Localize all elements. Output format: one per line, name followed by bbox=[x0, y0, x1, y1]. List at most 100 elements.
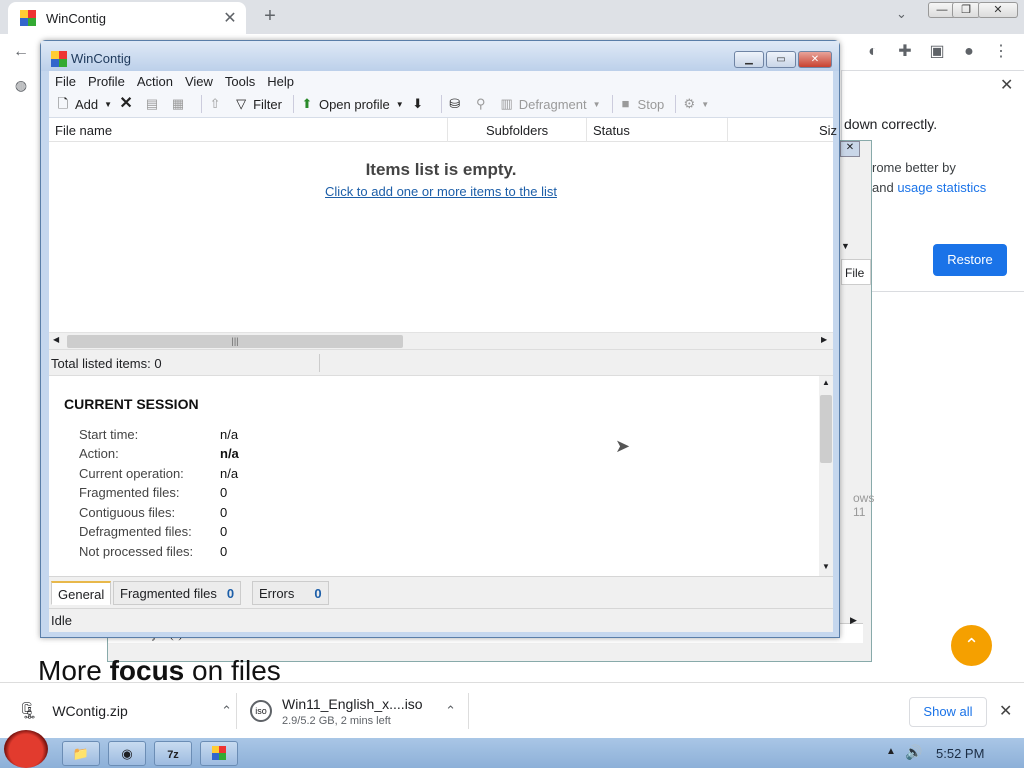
remove-button[interactable]: ✕ bbox=[118, 96, 138, 112]
taskbar-chrome-button[interactable]: ◉ bbox=[108, 741, 146, 766]
window-close-button[interactable]: ✕ bbox=[798, 51, 832, 68]
add-label: Add bbox=[75, 96, 99, 112]
window-minimize-button[interactable]: ▁ bbox=[734, 51, 764, 68]
stop-button[interactable]: ■ Stop bbox=[618, 96, 665, 112]
folder-icon: 📁 bbox=[72, 746, 90, 761]
taskbar-wincontig-button[interactable] bbox=[200, 741, 238, 766]
settings-dropdown-icon[interactable]: ▼ bbox=[701, 100, 709, 109]
taskbar-explorer-button[interactable]: 📁 bbox=[62, 741, 100, 766]
session-row: Action: n/a bbox=[79, 446, 379, 461]
menu-tools[interactable]: Tools bbox=[219, 74, 261, 89]
horizontal-scrollbar[interactable]: ◀ ||| ▶ bbox=[49, 332, 833, 349]
site-info-icon[interactable]: ◍ bbox=[10, 74, 32, 96]
menu-help[interactable]: Help bbox=[261, 74, 300, 89]
tab-errors[interactable]: Errors 0 bbox=[252, 581, 329, 605]
add-file-icon: 🗋 bbox=[57, 96, 69, 111]
open-profile-button[interactable]: ⬆ Open profile ▼ bbox=[299, 96, 404, 112]
scroll-down-icon[interactable]: ▼ bbox=[822, 562, 830, 571]
tab-general[interactable]: General bbox=[51, 581, 112, 605]
save-profile-button[interactable]: ⬇ bbox=[410, 96, 430, 112]
menu-profile[interactable]: Profile bbox=[82, 74, 131, 89]
properties-icon: ▤ bbox=[145, 96, 159, 111]
scroll-left-icon[interactable]: ◀ bbox=[53, 335, 59, 344]
tab-close-icon[interactable]: ✕ bbox=[220, 8, 240, 28]
menu-file[interactable]: File bbox=[49, 74, 82, 89]
add-items-link-text[interactable]: Click to add one or more items to the li… bbox=[325, 184, 557, 199]
session-value: 0 bbox=[220, 544, 228, 559]
scroll-right-icon[interactable]: ▶ bbox=[821, 335, 827, 344]
col-status[interactable]: Status bbox=[593, 123, 630, 138]
move-up-button[interactable]: ⇧ bbox=[207, 96, 227, 112]
scroll-to-top-button[interactable]: ⌃ bbox=[951, 625, 992, 666]
stop-icon: ■ bbox=[621, 96, 630, 111]
menu-action[interactable]: Action bbox=[131, 74, 179, 89]
download-iso-chevron-icon[interactable]: ⌃ bbox=[445, 703, 456, 719]
start-button[interactable] bbox=[4, 730, 48, 768]
properties-button[interactable]: ▤ bbox=[144, 96, 164, 112]
gear-icon: ⚙ bbox=[683, 96, 696, 111]
tab-title: WinContig bbox=[46, 10, 106, 26]
download-item-iso[interactable]: iso Win11_English_x....iso 2.9/5.2 GB, 2… bbox=[250, 683, 456, 739]
restore-button[interactable]: Restore bbox=[933, 244, 1007, 276]
stop-label: Stop bbox=[637, 96, 665, 112]
settings-button[interactable]: ⚙ ▼ bbox=[681, 96, 709, 112]
defragment-dropdown-icon[interactable]: ▼ bbox=[593, 100, 601, 109]
taskbar-clock[interactable]: 5:52 PM bbox=[936, 746, 984, 761]
add-dropdown-icon[interactable]: ▼ bbox=[104, 100, 112, 109]
tab-errors-count: 0 bbox=[314, 586, 322, 601]
extension-icon[interactable]: ◐ bbox=[862, 41, 884, 63]
download-item-zip[interactable]: 🗜 WContig.zip ⌃ bbox=[18, 683, 232, 739]
popup-close-icon[interactable]: ✕ bbox=[1000, 75, 1013, 95]
add-button[interactable]: 🗋 Add ▼ bbox=[55, 96, 112, 112]
maximize-button[interactable]: ❐ bbox=[952, 2, 980, 18]
download-zip-name: WContig.zip bbox=[52, 703, 128, 719]
col-subfolders[interactable]: Subfolders bbox=[486, 123, 548, 138]
open-profile-dropdown-icon[interactable]: ▼ bbox=[396, 100, 404, 109]
horizontal-scroll-thumb[interactable]: ||| bbox=[67, 335, 403, 348]
status-text: Idle bbox=[51, 613, 72, 628]
window-title: WinContig bbox=[71, 51, 131, 66]
col-size[interactable]: Siz bbox=[819, 123, 837, 138]
mouse-cursor-icon: ➤ bbox=[615, 436, 631, 456]
col-file-name[interactable]: File name bbox=[55, 123, 112, 138]
tray-up-icon[interactable]: ▲ bbox=[886, 746, 896, 757]
side-panel-icon[interactable]: ▣ bbox=[926, 41, 948, 63]
menu-view[interactable]: View bbox=[179, 74, 219, 89]
vertical-scroll-thumb[interactable] bbox=[820, 395, 832, 463]
close-button[interactable]: ✕ bbox=[978, 2, 1018, 18]
tab-search-icon[interactable]: ⌄ bbox=[896, 6, 907, 22]
status-bar: Idle bbox=[49, 608, 833, 632]
browser-tab[interactable]: WinContig ✕ bbox=[8, 2, 246, 34]
download-zip-chevron-icon[interactable]: ⌃ bbox=[221, 703, 232, 719]
new-tab-icon[interactable]: + bbox=[258, 5, 282, 28]
add-items-link[interactable]: Click to add one or more items to the li… bbox=[49, 184, 833, 199]
analyze-button[interactable]: ⛁ bbox=[447, 96, 467, 112]
session-label: Not processed files: bbox=[79, 544, 194, 559]
bg-dropdown-icon[interactable]: ▼ bbox=[841, 241, 865, 255]
profile-icon[interactable]: ● bbox=[958, 41, 980, 63]
bg-close-icon[interactable]: ✕ bbox=[840, 141, 860, 157]
totals-bar: Total listed items: 0 bbox=[49, 349, 833, 376]
bg-scroll-right-icon[interactable]: ▶ bbox=[850, 615, 857, 626]
defragment-button[interactable]: ▥ Defragment ▼ bbox=[499, 96, 601, 112]
downloads-close-icon[interactable]: ✕ bbox=[999, 701, 1012, 721]
extensions-puzzle-icon[interactable]: ✚ bbox=[894, 41, 916, 63]
show-all-button[interactable]: Show all bbox=[909, 697, 987, 727]
search-button[interactable]: ⚲ bbox=[473, 96, 493, 112]
filter-button[interactable]: ▽ Filter bbox=[233, 96, 282, 112]
total-listed-items: Total listed items: 0 bbox=[51, 356, 162, 371]
tab-fragmented-files[interactable]: Fragmented files 0 bbox=[113, 581, 242, 605]
window-maximize-button[interactable]: ▭ bbox=[766, 51, 796, 68]
back-icon[interactable]: ← bbox=[10, 41, 32, 63]
menu-kebab-icon[interactable]: ⋮ bbox=[990, 41, 1012, 63]
session-label: Defragmented files: bbox=[79, 524, 192, 539]
bg-file-column: File bbox=[841, 259, 871, 285]
tab-errors-label: Errors bbox=[259, 586, 295, 601]
volume-icon[interactable]: 🔊 bbox=[905, 744, 922, 761]
taskbar-7zip-button[interactable]: 7z bbox=[154, 741, 192, 766]
vertical-scrollbar[interactable]: ▲ ▼ bbox=[819, 376, 833, 576]
filter-label: Filter bbox=[253, 96, 282, 112]
usage-statistics-link[interactable]: usage statistics bbox=[897, 180, 986, 195]
scroll-up-icon[interactable]: ▲ bbox=[822, 378, 830, 387]
grid-button[interactable]: ▦ bbox=[170, 96, 190, 112]
